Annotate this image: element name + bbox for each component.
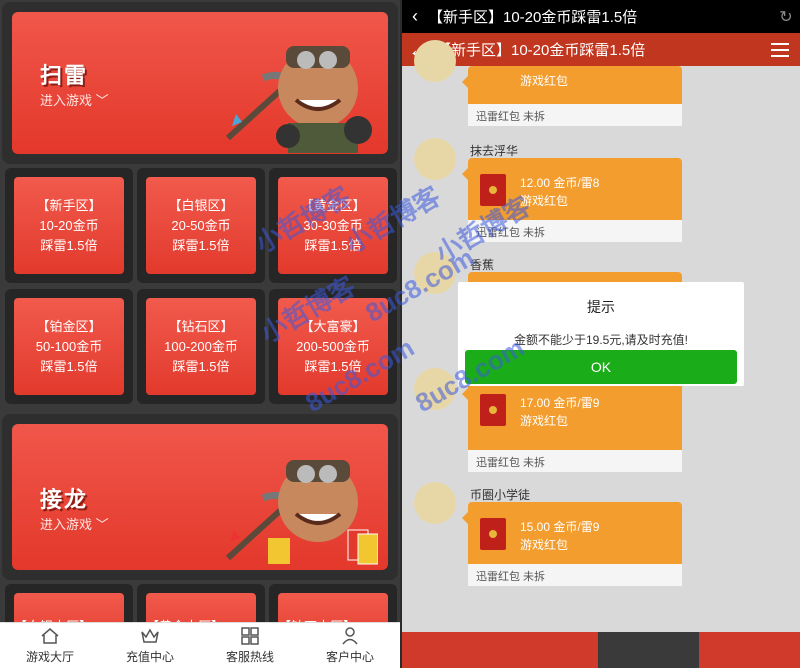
zone-name: 【铂金区】 <box>36 318 102 334</box>
zone-name: 【新手区】 <box>36 197 102 213</box>
nav-bar: ← 【新手区】10-20金币踩雷1.5倍 <box>402 33 800 66</box>
username: 香蕉 <box>470 258 495 272</box>
banner-title: 接龙 <box>40 487 89 512</box>
packet-amount: 12.00 金币/雷8 <box>520 176 600 190</box>
nav-title: 【新手区】10-20金币踩雷1.5倍 <box>436 42 646 59</box>
alert-dialog: 提示 金额不能少于19.5元,请及时充值! OK <box>458 282 744 386</box>
enter-game-link[interactable]: 进入游戏 ﹀ <box>40 514 109 533</box>
ok-button[interactable]: OK <box>465 350 737 384</box>
avatar <box>414 40 456 82</box>
miner-character-icon <box>225 46 372 153</box>
banner-card[interactable]: 接龙 进入游戏 ﹀ <box>12 424 388 570</box>
packet-status: 迅雷红包 未拆 <box>468 450 682 472</box>
zone-multiplier: 踩雷1.5倍 <box>40 358 98 374</box>
zone-tile-platinum[interactable]: 【铂金区】 50-100金币 踩雷1.5倍 <box>5 289 133 404</box>
grid-icon <box>241 627 259 645</box>
avatar <box>414 368 456 410</box>
minesweeper-banner[interactable]: 扫雷 进入游戏 ﹀ <box>2 2 398 164</box>
zone-name: 【黄金区】 <box>300 197 366 213</box>
username: 币圈小学徒 <box>470 488 531 502</box>
avatar <box>414 252 456 294</box>
zone-multiplier: 踩雷1.5倍 <box>304 358 362 374</box>
zone-multiplier: 踩雷1.5倍 <box>304 237 362 253</box>
zone-multiplier: 踩雷1.5倍 <box>40 237 98 253</box>
zone-tile-diamond[interactable]: 【钻石区】 100-200金币 踩雷1.5倍 <box>137 289 265 404</box>
game-lobby-pane: 扫雷 进入游戏 ﹀ 【新手区】 10-20金币 踩雷1.5倍 【白银区】 20-… <box>0 0 400 668</box>
red-envelope-icon <box>480 174 506 206</box>
user-icon <box>342 627 358 645</box>
crown-icon <box>141 628 159 643</box>
packet-status: 迅雷红包 未拆 <box>468 220 682 242</box>
bottom-button-right[interactable] <box>699 632 800 668</box>
avatar <box>414 482 456 524</box>
username: 抹去浮华 <box>470 144 519 158</box>
packet-amount: 17.00 金币/雷9 <box>520 396 600 410</box>
zone-name: 【钻石区】 <box>168 318 234 334</box>
tab-label: 客服热线 <box>225 650 274 664</box>
zone-range: 200-500金币 <box>296 338 370 354</box>
miner-cards-character-icon <box>225 460 378 565</box>
zone-tile-novice[interactable]: 【新手区】 10-20金币 踩雷1.5倍 <box>5 168 133 283</box>
packet-status: 迅雷红包 未拆 <box>468 564 682 586</box>
tab-label: 充值中心 <box>125 650 174 664</box>
tab-label: 客户中心 <box>325 650 374 664</box>
packet-type: 游戏红包 <box>520 414 569 428</box>
zone-range: 30-30金币 <box>303 217 363 233</box>
zone-range: 100-200金币 <box>164 338 238 354</box>
red-packet-bubble[interactable]: 游戏红包 <box>462 66 682 104</box>
home-icon <box>41 628 59 644</box>
packet-amount: 15.00 金币/雷9 <box>520 520 600 534</box>
tab-recharge[interactable]: 充值中心 <box>100 623 200 668</box>
banner-title: 扫雷 <box>40 63 89 88</box>
dialog-message: 金额不能少于19.5元,请及时充值! <box>513 333 689 347</box>
bottom-action-strip <box>402 632 800 668</box>
zone-name: 【白银区】 <box>168 197 234 213</box>
packet-type: 游戏红包 <box>520 74 569 88</box>
tab-customer-center[interactable]: 客户中心 <box>300 623 400 668</box>
dialog-title: 提示 <box>587 299 615 315</box>
packet-type: 游戏红包 <box>520 538 569 552</box>
zone-range: 20-50金币 <box>171 217 231 233</box>
red-envelope-icon <box>480 394 506 426</box>
red-packet-bubble[interactable]: 17.00 金币/雷9 游戏红包 <box>462 378 682 450</box>
zone-name: 【大富豪】 <box>300 318 366 334</box>
packet-type: 游戏红包 <box>520 194 569 208</box>
solitaire-banner[interactable]: 接龙 进入游戏 ﹀ <box>2 414 398 580</box>
zone-multiplier: 踩雷1.5倍 <box>172 358 230 374</box>
window-title: 【新手区】10-20金币踩雷1.5倍 <box>428 9 638 26</box>
red-envelope-icon <box>480 518 506 550</box>
hamburger-menu-icon[interactable] <box>760 42 800 57</box>
zone-tile-silver[interactable]: 【白银区】 20-50金币 踩雷1.5倍 <box>137 168 265 283</box>
zone-range: 10-20金币 <box>39 217 99 233</box>
avatar <box>414 138 456 180</box>
zone-tile-tycoon[interactable]: 【大富豪】 200-500金币 踩雷1.5倍 <box>269 289 397 404</box>
bottom-tab-bar: 游戏大厅 充值中心 客服热线 客户中心 <box>0 622 400 668</box>
zone-tile-gold[interactable]: 【黄金区】 30-30金币 踩雷1.5倍 <box>269 168 397 283</box>
tab-support-hotline[interactable]: 客服热线 <box>200 623 300 668</box>
banner-card[interactable]: 扫雷 进入游戏 ﹀ <box>12 12 388 154</box>
zone-multiplier: 踩雷1.5倍 <box>172 237 230 253</box>
packet-status: 迅雷红包 未拆 <box>468 104 682 126</box>
enter-game-link[interactable]: 进入游戏 ﹀ <box>40 90 109 109</box>
tab-game-lobby[interactable]: 游戏大厅 <box>0 623 100 668</box>
back-chevron-icon[interactable]: ‹ <box>402 6 428 27</box>
bottom-button-left[interactable] <box>402 632 598 668</box>
top-status-bar: ‹ 【新手区】10-20金币踩雷1.5倍 ↻ <box>402 0 800 33</box>
tab-label: 游戏大厅 <box>25 650 74 664</box>
zone-range: 50-100金币 <box>35 338 103 354</box>
refresh-icon[interactable]: ↻ <box>772 7 800 27</box>
